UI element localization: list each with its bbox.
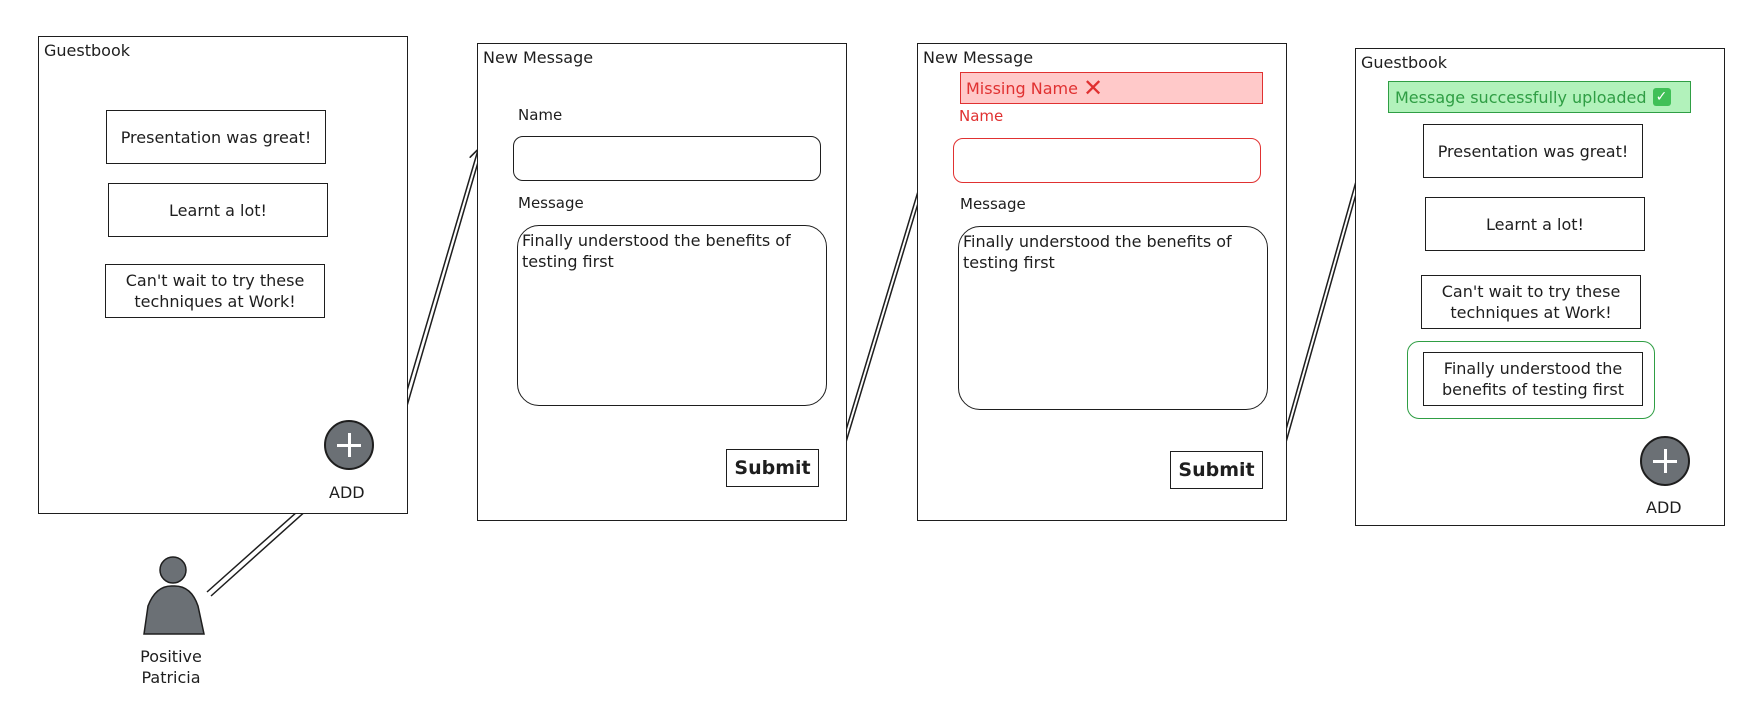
name-field[interactable] — [513, 136, 821, 181]
message-card: Learnt a lot! — [108, 183, 328, 237]
message-card: Can't wait to try these techniques at Wo… — [105, 264, 325, 318]
error-text: Missing Name — [966, 78, 1078, 98]
persona-name: Positive Patricia — [128, 646, 214, 688]
guestbook-success-screen: Guestbook Message successfully uploaded … — [1355, 48, 1725, 526]
message-label: Message — [960, 195, 1026, 213]
new-message-card: Finally understood the benefits of testi… — [1423, 352, 1643, 406]
add-label: ADD — [1646, 498, 1682, 517]
missing-name-error: Missing Name ✕ — [960, 72, 1263, 104]
success-banner: Message successfully uploaded ✓ — [1388, 81, 1691, 113]
message-card: Can't wait to try these techniques at Wo… — [1421, 275, 1641, 329]
message-field[interactable]: Finally understood the benefits of testi… — [958, 226, 1268, 410]
new-message-title: New Message — [483, 48, 594, 67]
guestbook-title: Guestbook — [1361, 53, 1447, 72]
submit-button[interactable]: Submit — [726, 449, 819, 487]
message-card: Presentation was great! — [1423, 124, 1643, 178]
message-card: Learnt a lot! — [1425, 197, 1645, 251]
guestbook-title: Guestbook — [44, 41, 130, 60]
guestbook-screen: Guestbook Presentation was great! Learnt… — [38, 36, 408, 514]
name-label: Name — [959, 107, 1004, 125]
user-icon — [143, 556, 205, 635]
add-button[interactable] — [1640, 436, 1690, 486]
persona-first-name: Positive — [140, 647, 202, 666]
success-text: Message successfully uploaded — [1395, 87, 1647, 107]
add-button[interactable] — [324, 420, 374, 470]
persona-last-name: Patricia — [141, 668, 201, 687]
submit-button[interactable]: Submit — [1170, 451, 1263, 489]
message-card: Presentation was great! — [106, 110, 326, 164]
message-label: Message — [518, 194, 584, 212]
new-message-title: New Message — [923, 48, 1034, 67]
message-field[interactable]: Finally understood the benefits of testi… — [517, 225, 827, 406]
new-message-screen: New Message Name Message Finally underst… — [477, 43, 847, 521]
name-field[interactable] — [953, 138, 1261, 183]
name-label: Name — [518, 106, 563, 124]
add-label: ADD — [329, 483, 365, 502]
check-icon: ✓ — [1652, 88, 1671, 106]
cross-icon: ✕ — [1082, 74, 1104, 102]
new-message-error-screen: New Message Missing Name ✕ Name Message … — [917, 43, 1287, 521]
